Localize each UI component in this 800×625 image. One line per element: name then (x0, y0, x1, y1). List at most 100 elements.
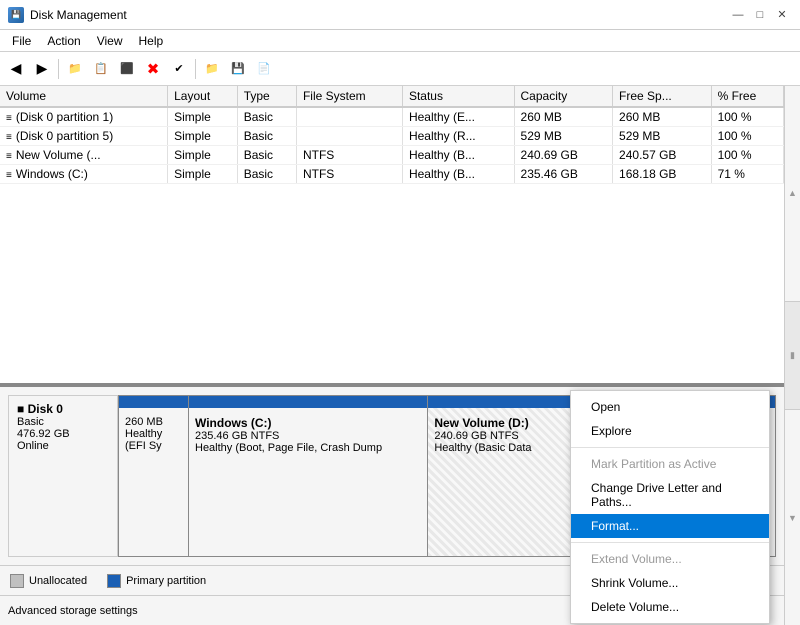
ctx-sep-2 (571, 542, 769, 543)
cell-layout: Simple (168, 127, 238, 146)
cell-layout: Simple (168, 107, 238, 127)
open-button[interactable]: 📁 (63, 57, 87, 81)
cell-volume: ≡Windows (C:) (0, 165, 168, 184)
window-title: Disk Management (30, 8, 127, 22)
maximize-button[interactable]: □ (750, 6, 770, 24)
disk-label: ■ Disk 0 Basic 476.92 GB Online (8, 395, 118, 557)
cell-status: Healthy (R... (402, 127, 514, 146)
ctx-explore[interactable]: Explore (571, 419, 769, 443)
cell-type: Basic (237, 165, 296, 184)
toolbar-sep-1 (58, 59, 59, 79)
volume-table-area[interactable]: Volume Layout Type File System Status Ca… (0, 86, 784, 385)
cell-pct: 100 % (711, 146, 783, 165)
cell-type: Basic (237, 107, 296, 127)
refresh-button[interactable]: 📄 (252, 57, 276, 81)
menu-action[interactable]: Action (39, 32, 88, 50)
cell-type: Basic (237, 146, 296, 165)
toolbar-sep-2 (195, 59, 196, 79)
cell-capacity: 235.46 GB (514, 165, 613, 184)
col-free[interactable]: Free Sp... (613, 86, 712, 107)
partition-content: 260 MB Healthy (EFI Sy (125, 416, 182, 452)
cell-status: Healthy (B... (402, 165, 514, 184)
menu-view[interactable]: View (89, 32, 131, 50)
partition-content: Windows (C:) 235.46 GB NTFS Healthy (Boo… (195, 416, 421, 454)
ctx-open[interactable]: Open (571, 395, 769, 419)
table-row[interactable]: ≡(Disk 0 partition 5) Simple Basic Healt… (0, 127, 784, 146)
bottom-text: Advanced storage settings (8, 605, 138, 617)
disk-size: 476.92 GB (17, 428, 109, 440)
save-button[interactable]: 💾 (226, 57, 250, 81)
title-bar-left: 💾 Disk Management (8, 7, 127, 23)
col-status[interactable]: Status (402, 86, 514, 107)
cell-volume: ≡(Disk 0 partition 5) (0, 127, 168, 146)
menu-bar: File Action View Help (0, 30, 800, 52)
disk-name: ■ Disk 0 (17, 402, 109, 416)
ctx-delete[interactable]: Delete Volume... (571, 595, 769, 619)
partition-size: 260 MB (125, 416, 182, 428)
ctx-change-drive[interactable]: Change Drive Letter and Paths... (571, 476, 769, 514)
cell-fs: NTFS (296, 146, 402, 165)
delete-button[interactable]: ✖ (141, 57, 165, 81)
cell-pct: 100 % (711, 107, 783, 127)
cell-free: 529 MB (613, 127, 712, 146)
app-icon: 💾 (8, 7, 24, 23)
cell-capacity: 529 MB (514, 127, 613, 146)
cell-pct: 71 % (711, 165, 783, 184)
cell-type: Basic (237, 127, 296, 146)
new-volume-button[interactable]: 📁 (200, 57, 224, 81)
legend-box-unallocated (10, 574, 24, 588)
minimize-button[interactable]: — (728, 6, 748, 24)
context-menu: Open Explore Mark Partition as Active Ch… (570, 390, 770, 624)
col-volume[interactable]: Volume (0, 86, 168, 107)
title-bar: 💾 Disk Management — □ ✕ (0, 0, 800, 30)
cell-free: 260 MB (613, 107, 712, 127)
cell-layout: Simple (168, 165, 238, 184)
partition-header (189, 396, 427, 408)
cell-free: 168.18 GB (613, 165, 712, 184)
table-row[interactable]: ≡New Volume (... Simple Basic NTFS Healt… (0, 146, 784, 165)
back-button[interactable]: ◀ (4, 57, 28, 81)
close-button[interactable]: ✕ (772, 6, 792, 24)
legend-unallocated: Unallocated (10, 574, 87, 588)
volume-table: Volume Layout Type File System Status Ca… (0, 86, 784, 184)
cell-fs: NTFS (296, 165, 402, 184)
cell-status: Healthy (E... (402, 107, 514, 127)
menu-help[interactable]: Help (131, 32, 172, 50)
table-row[interactable]: ≡Windows (C:) Simple Basic NTFS Healthy … (0, 165, 784, 184)
forward-button[interactable]: ▶ (30, 57, 54, 81)
disk-type: Basic (17, 416, 109, 428)
ctx-shrink[interactable]: Shrink Volume... (571, 571, 769, 595)
col-type[interactable]: Type (237, 86, 296, 107)
disk-properties-button[interactable]: ⬛ (115, 57, 139, 81)
cell-fs (296, 107, 402, 127)
col-pct[interactable]: % Free (711, 86, 783, 107)
partition-name: Windows (C:) (195, 416, 421, 430)
partition-windows[interactable]: Windows (C:) 235.46 GB NTFS Healthy (Boo… (189, 396, 428, 556)
cell-layout: Simple (168, 146, 238, 165)
right-sidebar: ▲ ▮ ▼ (784, 86, 800, 625)
partition-status: Healthy (Boot, Page File, Crash Dump (195, 442, 421, 454)
ctx-extend: Extend Volume... (571, 547, 769, 571)
legend-label-unallocated: Unallocated (29, 575, 87, 587)
cell-capacity: 260 MB (514, 107, 613, 127)
disk-info-button[interactable]: 📋 (89, 57, 113, 81)
check-button[interactable]: ✔ (167, 57, 191, 81)
legend-label-primary: Primary partition (126, 575, 206, 587)
cell-pct: 100 % (711, 127, 783, 146)
col-capacity[interactable]: Capacity (514, 86, 613, 107)
cell-volume: ≡New Volume (... (0, 146, 168, 165)
ctx-format[interactable]: Format... (571, 514, 769, 538)
cell-capacity: 240.69 GB (514, 146, 613, 165)
cell-free: 240.57 GB (613, 146, 712, 165)
toolbar: ◀ ▶ 📁 📋 ⬛ ✖ ✔ 📁 💾 📄 (0, 52, 800, 86)
legend-box-primary (107, 574, 121, 588)
partition-header (119, 396, 188, 408)
window-controls[interactable]: — □ ✕ (728, 6, 792, 24)
partition-efi[interactable]: 260 MB Healthy (EFI Sy (119, 396, 189, 556)
table-row[interactable]: ≡(Disk 0 partition 1) Simple Basic Healt… (0, 107, 784, 127)
col-layout[interactable]: Layout (168, 86, 238, 107)
col-fs[interactable]: File System (296, 86, 402, 107)
partition-size: 235.46 GB NTFS (195, 430, 421, 442)
cell-volume: ≡(Disk 0 partition 1) (0, 107, 168, 127)
menu-file[interactable]: File (4, 32, 39, 50)
